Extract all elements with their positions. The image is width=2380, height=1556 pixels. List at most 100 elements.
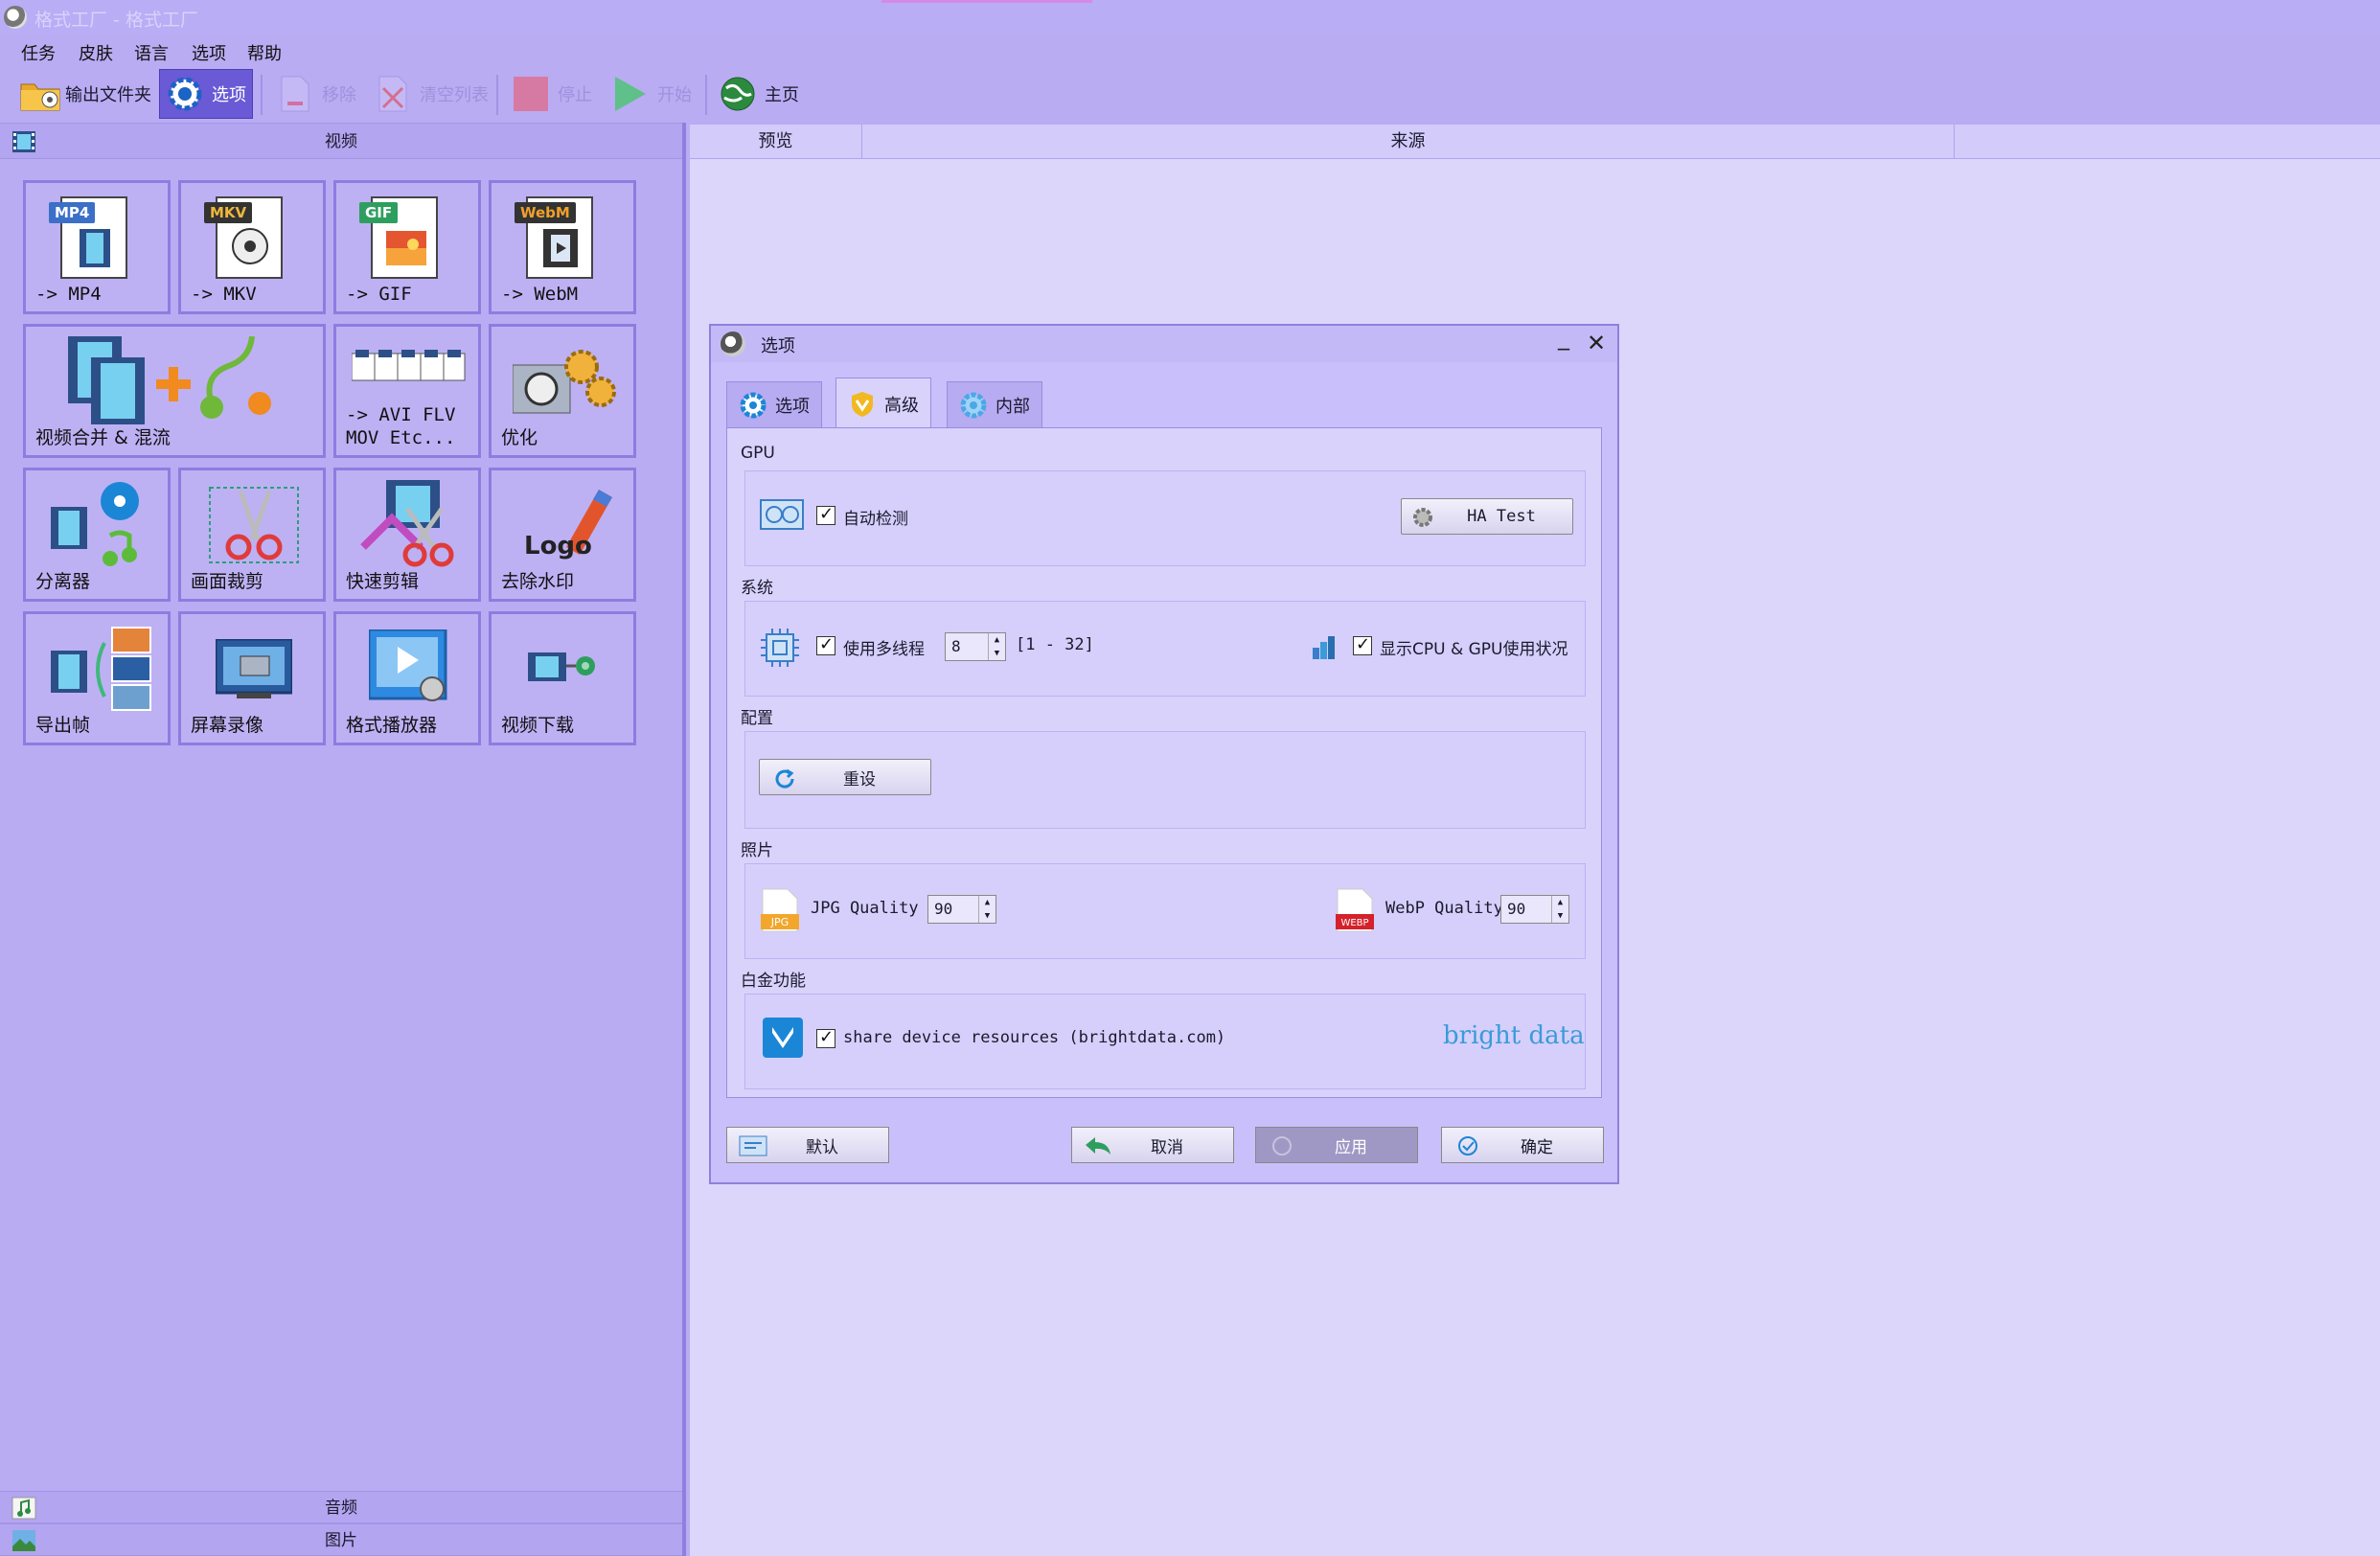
menu-language[interactable]: 语言 xyxy=(134,40,169,65)
tile-label: 视频下载 xyxy=(501,715,575,736)
toolbar: 输出文件夹 选项 移除 清空列表 停止 开始 主页 xyxy=(0,65,2380,123)
player-icon xyxy=(369,629,447,701)
video-category-header[interactable]: 视频 xyxy=(0,123,682,159)
tab-options[interactable]: 选项 xyxy=(726,381,822,429)
stop-button[interactable]: 停止 xyxy=(506,69,598,119)
category-panel: 视频 MP4 -> MP4 MKV -> MKV GIF -> GIF WebM… xyxy=(0,123,686,1556)
spin-arrows-icon[interactable]: ▲ ▼ xyxy=(1551,896,1568,923)
remove-label: 移除 xyxy=(322,85,356,105)
minimize-icon[interactable]: _ xyxy=(1558,324,1569,351)
cancel-button[interactable]: 取消 xyxy=(1071,1127,1234,1163)
optimize-gears-icon xyxy=(513,350,616,414)
document-remove-icon xyxy=(276,75,314,113)
dialog-title-bar[interactable]: 选项 _ ✕ xyxy=(711,324,1617,362)
splitter-icon xyxy=(51,482,139,566)
tab-advanced[interactable]: 高级 xyxy=(835,378,931,429)
picture-category-header[interactable]: 图片 xyxy=(0,1523,682,1556)
tile-label: -> MKV xyxy=(191,284,257,305)
webm-file-icon: WebM xyxy=(515,196,593,279)
multithread-checkbox[interactable] xyxy=(816,634,835,655)
tile-optimize[interactable]: 优化 xyxy=(489,324,636,458)
output-folder-button[interactable]: 输出文件夹 xyxy=(13,69,157,119)
jpg-quality-value: 90 xyxy=(934,900,953,918)
options-label: 选项 xyxy=(212,85,246,105)
tile-label: 导出帧 xyxy=(35,715,91,736)
tile-remove-watermark[interactable]: Logo 去除水印 xyxy=(489,468,636,602)
tile-screen-record[interactable]: 屏幕录像 xyxy=(178,611,326,745)
tab-internal[interactable]: 内部 xyxy=(947,381,1042,429)
tile-label: 屏幕录像 xyxy=(191,715,264,736)
stop-label: 停止 xyxy=(558,85,592,105)
menu-bar: 任务 皮肤 语言 选项 帮助 xyxy=(0,34,2380,65)
usage-bars-icon xyxy=(1313,636,1335,659)
thread-count-spinbox[interactable]: 8 ▲ ▼ xyxy=(945,632,1006,661)
ha-test-button[interactable]: HA Test xyxy=(1401,498,1573,535)
tile-to-mp4[interactable]: MP4 -> MP4 xyxy=(23,180,171,314)
webp-quality-spinbox[interactable]: 90 ▲ ▼ xyxy=(1500,895,1569,924)
tile-to-avi-flv-mov[interactable]: -> AVI FLV MOV Etc... xyxy=(333,324,481,458)
scissors-crop-icon xyxy=(209,487,299,563)
tile-export-frames[interactable]: 导出帧 xyxy=(23,611,171,745)
show-usage-checkbox[interactable] xyxy=(1353,634,1372,655)
auto-detect-checkbox[interactable] xyxy=(816,504,835,525)
tile-splitter[interactable]: 分离器 xyxy=(23,468,171,602)
tile-label: 优化 xyxy=(501,427,538,448)
spin-arrows-icon[interactable]: ▲ ▼ xyxy=(978,896,995,923)
toolbar-separator xyxy=(705,75,707,115)
clear-list-button[interactable]: 清空列表 xyxy=(368,69,494,119)
start-button[interactable]: 开始 xyxy=(606,69,698,119)
photo-group: JPG JPG Quality 90 ▲ ▼ WEBP WebP Quality … xyxy=(744,863,1586,959)
audio-category-header[interactable]: 音频 xyxy=(0,1491,682,1523)
window-title: 格式工厂 - 格式工厂 xyxy=(34,10,198,31)
webp-file-icon: WEBP xyxy=(1336,888,1374,932)
cancel-label: 取消 xyxy=(1151,1137,1183,1157)
tile-quick-clip[interactable]: 快速剪辑 xyxy=(333,468,481,602)
home-label: 主页 xyxy=(765,85,799,105)
tab-internal-label: 内部 xyxy=(995,397,1030,417)
spin-arrows-icon[interactable]: ▲ ▼ xyxy=(988,633,1005,660)
ok-button[interactable]: 确定 xyxy=(1441,1127,1604,1163)
column-preview[interactable]: 预览 xyxy=(690,125,862,159)
tile-to-mkv[interactable]: MKV -> MKV xyxy=(178,180,326,314)
jpg-file-icon: JPG xyxy=(761,888,799,932)
options-button[interactable]: 选项 xyxy=(159,69,253,119)
photo-section-label: 照片 xyxy=(741,841,773,860)
jpg-quality-spinbox[interactable]: 90 ▲ ▼ xyxy=(927,895,996,924)
tile-video-merge-mux[interactable]: 视频合并 & 混流 xyxy=(23,324,326,458)
picture-category-label: 图片 xyxy=(325,1531,357,1550)
column-source[interactable]: 来源 xyxy=(862,125,1955,159)
tile-label: 快速剪辑 xyxy=(346,571,420,592)
start-label: 开始 xyxy=(657,85,692,105)
video-download-icon xyxy=(528,652,595,681)
reset-button[interactable]: 重设 xyxy=(759,759,931,795)
menu-help[interactable]: 帮助 xyxy=(247,40,282,65)
tile-crop[interactable]: 画面裁剪 xyxy=(178,468,326,602)
share-resources-label: share device resources (brightdata.com) xyxy=(843,1028,1226,1047)
apply-button[interactable]: 应用 xyxy=(1255,1127,1418,1163)
tile-label: -> WebM xyxy=(501,284,579,305)
default-button[interactable]: 默认 xyxy=(726,1127,889,1163)
tile-to-gif[interactable]: GIF -> GIF xyxy=(333,180,481,314)
mkv-file-icon: MKV xyxy=(204,196,283,279)
stop-icon xyxy=(512,75,550,113)
menu-task[interactable]: 任务 xyxy=(21,40,56,65)
toolbar-separator xyxy=(261,75,263,115)
auto-detect-label: 自动检测 xyxy=(843,510,908,529)
gear-icon xyxy=(1413,508,1432,527)
logo-text: Logo xyxy=(524,532,592,561)
menu-skin[interactable]: 皮肤 xyxy=(79,40,113,65)
share-resources-checkbox[interactable] xyxy=(816,1027,835,1048)
refresh-icon xyxy=(775,768,794,789)
tile-video-download[interactable]: 视频下载 xyxy=(489,611,636,745)
home-button[interactable]: 主页 xyxy=(713,69,805,119)
tile-format-player[interactable]: 格式播放器 xyxy=(333,611,481,745)
system-section-label: 系统 xyxy=(741,579,773,598)
tile-label: 视频合并 & 混流 xyxy=(35,427,171,448)
remove-button[interactable]: 移除 xyxy=(270,69,362,119)
tile-label: 格式播放器 xyxy=(346,715,438,736)
close-icon[interactable]: ✕ xyxy=(1587,330,1606,356)
webp-quality-label: WebP Quality xyxy=(1385,899,1503,918)
menu-options[interactable]: 选项 xyxy=(192,40,226,65)
tile-to-webm[interactable]: WebM -> WebM xyxy=(489,180,636,314)
tile-label: -> GIF xyxy=(346,284,412,305)
